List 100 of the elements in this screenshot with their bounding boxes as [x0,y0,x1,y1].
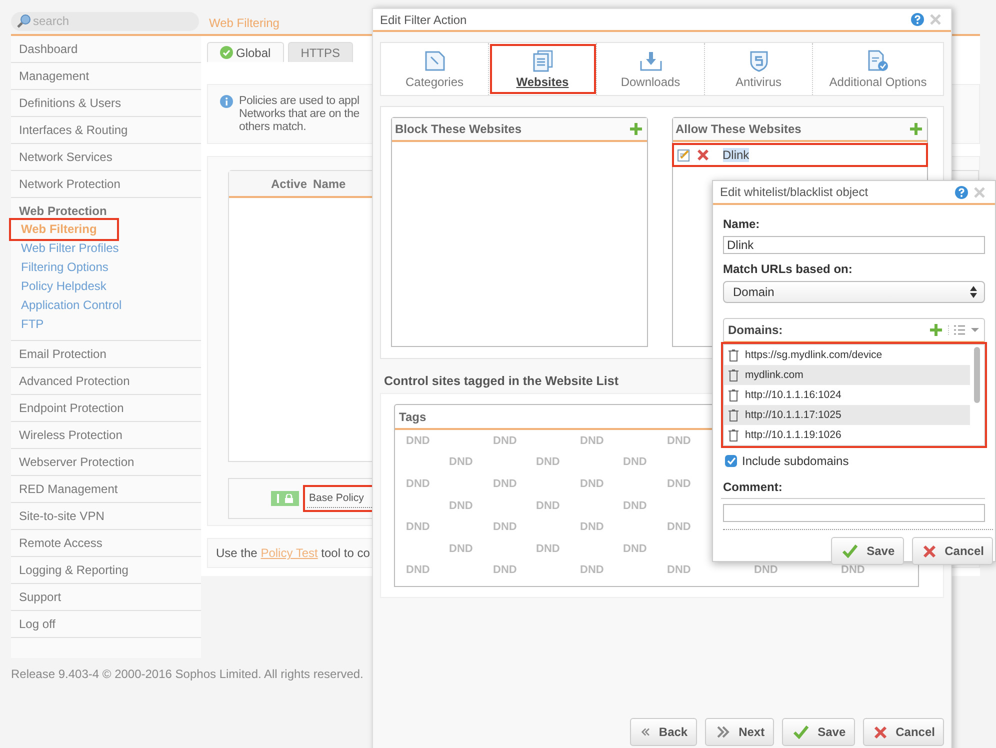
policy-test-note: Use the Policy Test tool to co [216,546,370,560]
drop-hint-text: DND [449,500,474,512]
drop-hint-text: DND [406,521,431,534]
drop-hint-text: DND [754,564,779,576]
dialog-button[interactable]: Next [704,718,774,746]
list-item[interactable]: Dlink [672,144,927,166]
dialog-tab[interactable]: Websites [489,43,597,95]
info-text: Policies are used to appl Networks that are on the others match. [239,95,360,134]
sidebar-link[interactable]: Policy Helpdesk [11,277,114,296]
domain-entry: https://sg.mydlink.com/device [745,349,882,361]
search-field[interactable]: search [11,12,199,30]
domain-entry: mydlink.com [745,369,804,381]
checkbox[interactable] [725,455,737,467]
close-icon[interactable] [930,14,941,25]
add-icon[interactable] [910,123,922,135]
shield-icon [748,50,768,72]
double-right-chevron-icon [716,726,730,738]
delete-icon[interactable] [696,149,708,161]
document-list-icon [532,50,554,72]
drop-hint-text: DND [623,500,648,512]
drop-hint-text: DND [623,456,648,468]
sidebar-link[interactable]: Filtering Options [11,258,116,277]
cross-icon [922,544,936,558]
dialog-tab[interactable]: Categories [381,43,489,95]
match-dropdown[interactable]: Domain [723,281,985,303]
drop-hint-text: DND [493,478,518,490]
dialog-tab[interactable]: Downloads [597,43,705,95]
drop-hint-text: DND [406,478,431,490]
dialog-button[interactable]: Save [830,537,904,565]
drop-hint-text: DND [536,542,561,555]
column-header: Active [271,176,308,190]
list-title: Block These Websites [395,122,522,136]
dialog-title: Edit whitelist/blacklist object [720,185,870,199]
trash-icon[interactable] [728,348,739,362]
tags-header: Tags [399,410,426,424]
lock-icon [285,494,293,503]
sidebar-item[interactable]: Support [11,584,201,611]
dialog-button[interactable]: Cancel [862,718,944,746]
item-name: Dlink [722,148,750,162]
checkmark-icon [842,544,858,558]
sidebar-section[interactable]: Web Protection [11,202,107,220]
help-icon[interactable] [955,186,968,198]
footer-text: Release 9.403-4 © 2000-2016 Sophos Limited. All rights reserved. [11,667,364,681]
dialog-button[interactable]: Back [630,718,697,746]
field-label: Comment: [721,480,985,499]
name-field[interactable]: Dlink [723,236,985,254]
section-title: Control sites tagged in the Website List [384,374,619,388]
cross-icon [874,726,887,738]
updown-arrows-icon [970,286,977,298]
checkmark-icon [792,725,809,739]
dialog-button[interactable]: Cancel [912,537,993,565]
trash-icon[interactable] [728,368,739,382]
slash-page-icon [424,50,446,72]
download-tray-icon [638,50,662,72]
drop-hint-text: DND [580,434,605,447]
drop-hint-text: DND [841,564,866,576]
close-icon[interactable] [974,186,985,198]
content-tab[interactable]: HTTPS [288,42,354,62]
trash-icon[interactable] [728,428,739,442]
field-label: Name: [723,217,761,231]
comment-field[interactable] [723,504,985,522]
search-icon [17,14,31,28]
add-icon[interactable] [930,324,942,336]
add-icon[interactable] [630,123,642,135]
drop-hint-text: DND [449,542,474,555]
drop-hint-text: DND [536,500,561,512]
drop-hint-text: DND [580,478,605,490]
sidebar-link[interactable]: Web Filter Profiles [11,239,127,258]
field-label: Match URLs based on: [723,262,854,276]
sidebar-item[interactable]: Logging & Reporting [11,557,201,584]
dialog-tab[interactable]: Antivirus [705,43,813,95]
trash-icon[interactable] [728,408,739,422]
page-title: Web Filtering [209,16,280,30]
drop-hint-text: DND [667,478,692,490]
sidebar-link[interactable]: FTP [11,315,52,334]
dialog-title: Edit Filter Action [380,12,468,26]
drop-hint-text: DND [580,564,605,576]
toggle-switch[interactable] [271,491,299,506]
drop-hint-text: DND [493,434,518,447]
drop-hint-text: DND [493,564,518,576]
double-left-chevron-icon [640,726,650,738]
drop-hint-text: DND [667,564,692,576]
column-header: Name [313,176,346,190]
sidebar-item[interactable]: Log off [11,611,201,638]
content-tab[interactable]: Global [207,42,284,62]
domain-entry: http://10.1.1.17:1025 [745,409,842,421]
dialog-button[interactable]: Save [782,718,855,746]
drop-hint-text: DND [449,456,474,468]
drop-hint-text: DND [536,456,561,468]
list-menu-icon[interactable] [948,325,981,335]
help-icon[interactable] [911,13,924,26]
edit-icon[interactable] [676,148,690,162]
trash-icon[interactable] [728,388,739,402]
domain-entry: http://10.1.1.19:1026 [745,429,842,441]
domain-entry: http://10.1.1.16:1024 [745,389,842,401]
drop-hint-text: DND [623,542,648,555]
dialog-tab[interactable]: Additional Options [813,43,943,95]
sidebar-link[interactable]: Application Control [11,296,130,315]
drop-hint-text: DND [667,434,692,447]
domains-title: Domains: [728,323,784,337]
